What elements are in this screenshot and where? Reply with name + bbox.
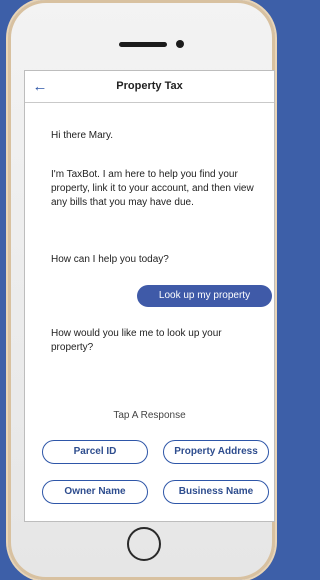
parcel-id-button[interactable]: Parcel ID: [42, 440, 148, 464]
phone-frame: ← Property Tax Hi there Mary. I'm TaxBot…: [8, 0, 275, 580]
owner-name-button[interactable]: Owner Name: [42, 480, 148, 504]
response-prompt: Tap A Response: [113, 410, 186, 421]
property-address-button[interactable]: Property Address: [163, 440, 269, 464]
user-message-bubble: Look up my property: [137, 285, 272, 307]
header-bar: ← Property Tax: [25, 71, 274, 103]
bot-message-intro: I'm TaxBot. I am here to help you find y…: [51, 169, 254, 208]
app-screen: ← Property Tax Hi there Mary. I'm TaxBot…: [24, 70, 275, 522]
bot-message-question: How can I help you today?: [51, 254, 169, 265]
home-button[interactable]: [127, 527, 161, 561]
bot-message-followup: How would you like me to look up your pr…: [51, 328, 222, 353]
phone-speaker: [119, 42, 167, 47]
bot-message-greeting: Hi there Mary.: [51, 130, 114, 141]
phone-camera: [176, 40, 184, 48]
business-name-button[interactable]: Business Name: [163, 480, 269, 504]
page-title: Property Tax: [116, 80, 183, 92]
